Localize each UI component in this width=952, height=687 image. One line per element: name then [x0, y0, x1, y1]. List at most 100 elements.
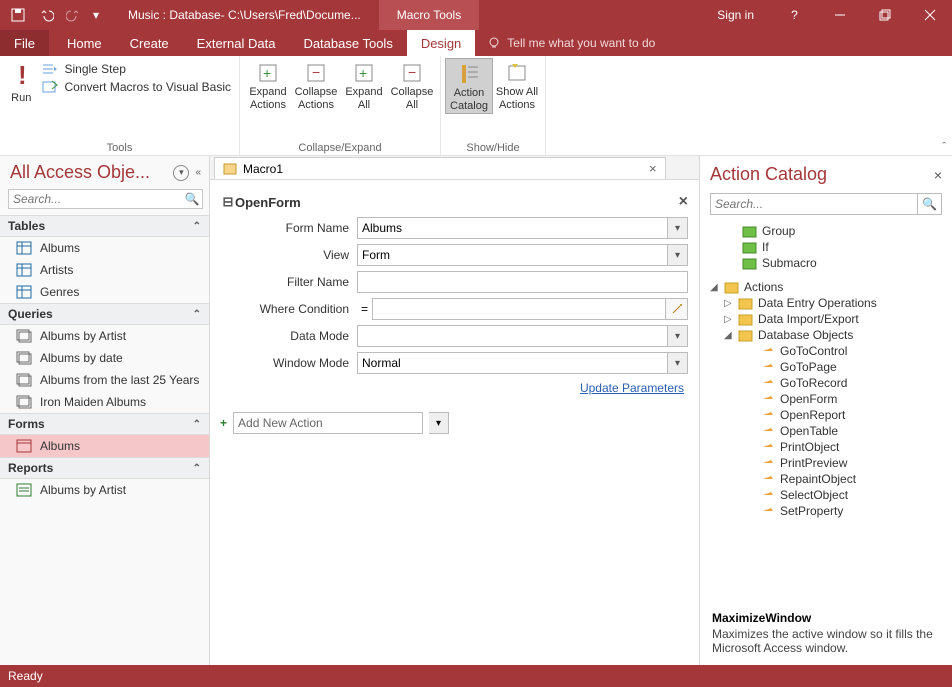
nav-item-albums-form[interactable]: Albums	[0, 435, 209, 457]
data-mode-label: Data Mode	[239, 329, 357, 343]
tree-leaf[interactable]: PrintPreview	[710, 455, 946, 471]
nav-search[interactable]: 🔍	[8, 189, 203, 209]
svg-text:−: −	[408, 64, 416, 80]
collapse-actions-button[interactable]: −Collapse Actions	[292, 58, 340, 112]
catalog-search[interactable]: 🔍	[710, 193, 942, 215]
tell-me[interactable]: Tell me what you want to do	[475, 30, 655, 56]
where-condition-field[interactable]	[372, 298, 666, 320]
convert-label: Convert Macros to Visual Basic	[64, 80, 231, 94]
tree-node-db-objects[interactable]: ◢Database Objects	[710, 327, 946, 343]
expand-all-button[interactable]: +Expand All	[340, 58, 388, 112]
collapse-all-button[interactable]: − Collapse All	[388, 58, 436, 112]
bulb-icon	[487, 36, 501, 50]
nav-group-reports[interactable]: Reports⌃	[0, 457, 209, 479]
action-catalog-button[interactable]: Action Catalog	[445, 58, 493, 114]
tree-leaf[interactable]: OpenForm	[710, 391, 946, 407]
where-condition-label: Where Condition	[239, 302, 357, 316]
nav-search-input[interactable]	[9, 192, 182, 206]
view-field[interactable]: Form	[357, 244, 668, 266]
tab-external-data[interactable]: External Data	[183, 30, 290, 56]
nav-group-tables[interactable]: Tables⌃	[0, 215, 209, 237]
nav-header[interactable]: All Access Obje...	[10, 162, 169, 183]
action-catalog-pane: Action Catalog × 🔍 Group If Submacro ◢Ac…	[700, 156, 952, 665]
nav-item-artists-table[interactable]: Artists	[0, 259, 209, 281]
tree-leaf[interactable]: SelectObject	[710, 487, 946, 503]
nav-item-query[interactable]: Albums from the last 25 Years	[0, 369, 209, 391]
qat-dropdown-icon[interactable]: ▾	[90, 3, 102, 27]
restore-icon[interactable]	[862, 0, 907, 30]
catalog-search-input[interactable]	[711, 194, 917, 214]
ribbon: ! Run Single Step Convert Macros to Visu…	[0, 56, 952, 156]
tab-design[interactable]: Design	[407, 30, 475, 56]
help-icon[interactable]: ?	[772, 0, 817, 30]
tree-leaf[interactable]: GoToRecord	[710, 375, 946, 391]
tree-leaf[interactable]: GoToControl	[710, 343, 946, 359]
catalog-close-icon[interactable]: ×	[934, 167, 942, 183]
doc-tab-macro1[interactable]: Macro1 ×	[214, 157, 666, 179]
collapse-ribbon-icon[interactable]: ˆ	[942, 141, 946, 153]
add-action-icon[interactable]: +	[220, 416, 227, 430]
undo-icon[interactable]	[34, 3, 58, 27]
tab-home[interactable]: Home	[53, 30, 116, 56]
nav-item-albums-table[interactable]: Albums	[0, 237, 209, 259]
catalog-detail-name: MaximizeWindow	[712, 611, 940, 625]
tree-leaf[interactable]: SetProperty	[710, 503, 946, 519]
collapse-all-label: Collapse All	[391, 86, 434, 112]
form-name-label: Form Name	[239, 221, 357, 235]
nav-group-forms[interactable]: Forms⌃	[0, 413, 209, 435]
action-delete-icon[interactable]: ×	[679, 193, 688, 211]
form-name-field[interactable]: Albums	[357, 217, 668, 239]
search-icon[interactable]: 🔍	[917, 194, 941, 214]
tab-create[interactable]: Create	[116, 30, 183, 56]
data-mode-dropdown-icon[interactable]: ▾	[668, 325, 688, 347]
tab-file[interactable]: File	[0, 30, 49, 56]
action-collapse-icon[interactable]: ⊟	[221, 194, 235, 210]
tree-node-data-import[interactable]: ▷Data Import/Export	[710, 311, 946, 327]
doc-tab-close-icon[interactable]: ×	[649, 161, 657, 176]
nav-item-query[interactable]: Iron Maiden Albums	[0, 391, 209, 413]
window-mode-dropdown-icon[interactable]: ▾	[668, 352, 688, 374]
filter-name-field[interactable]	[357, 271, 688, 293]
nav-item-report[interactable]: Albums by Artist	[0, 479, 209, 501]
save-icon[interactable]	[6, 3, 30, 27]
minimize-icon[interactable]	[817, 0, 862, 30]
data-mode-field[interactable]	[357, 325, 668, 347]
tree-leaf[interactable]: OpenReport	[710, 407, 946, 423]
status-bar: Ready	[0, 665, 952, 687]
tree-node-actions[interactable]: ◢Actions	[710, 279, 946, 295]
catalog-detail-desc: Maximizes the active window so it fills …	[712, 627, 940, 655]
expand-actions-button[interactable]: +Expand Actions	[244, 58, 292, 112]
tree-item-if[interactable]: If	[710, 239, 946, 255]
update-parameters-link[interactable]: Update Parameters	[580, 381, 684, 395]
search-icon[interactable]: 🔍	[182, 192, 202, 206]
window-mode-field[interactable]: Normal	[357, 352, 668, 374]
signin-link[interactable]: Sign in	[699, 8, 772, 22]
add-new-action-field[interactable]: Add New Action	[233, 412, 423, 434]
nav-group-queries[interactable]: Queries⌃	[0, 303, 209, 325]
tree-item-group[interactable]: Group	[710, 223, 946, 239]
tree-leaf[interactable]: OpenTable	[710, 423, 946, 439]
tree-leaf[interactable]: RepaintObject	[710, 471, 946, 487]
form-name-dropdown-icon[interactable]: ▾	[668, 217, 688, 239]
tree-node-data-entry[interactable]: ▷Data Entry Operations	[710, 295, 946, 311]
nav-filter-icon[interactable]: ▾	[173, 165, 189, 181]
tree-leaf[interactable]: PrintObject	[710, 439, 946, 455]
view-dropdown-icon[interactable]: ▾	[668, 244, 688, 266]
add-new-dropdown-icon[interactable]: ▾	[429, 412, 449, 434]
nav-item-query[interactable]: Albums by date	[0, 347, 209, 369]
window-title: Music : Database- C:\Users\Fred\Docume..…	[128, 8, 361, 22]
nav-item-genres-table[interactable]: Genres	[0, 281, 209, 303]
run-button[interactable]: ! Run	[4, 58, 38, 105]
builder-icon[interactable]	[666, 298, 688, 320]
tree-leaf[interactable]: GoToPage	[710, 359, 946, 375]
show-all-actions-button[interactable]: Show All Actions	[493, 58, 541, 112]
tree-item-submacro[interactable]: Submacro	[710, 255, 946, 271]
window-mode-label: Window Mode	[239, 356, 357, 370]
filter-name-label: Filter Name	[239, 275, 357, 289]
nav-collapse-icon[interactable]: «	[195, 167, 201, 178]
close-icon[interactable]	[907, 0, 952, 30]
single-step-button[interactable]: Single Step	[42, 62, 231, 76]
nav-item-query[interactable]: Albums by Artist	[0, 325, 209, 347]
tab-database-tools[interactable]: Database Tools	[289, 30, 406, 56]
convert-macros-button[interactable]: Convert Macros to Visual Basic	[42, 80, 231, 94]
